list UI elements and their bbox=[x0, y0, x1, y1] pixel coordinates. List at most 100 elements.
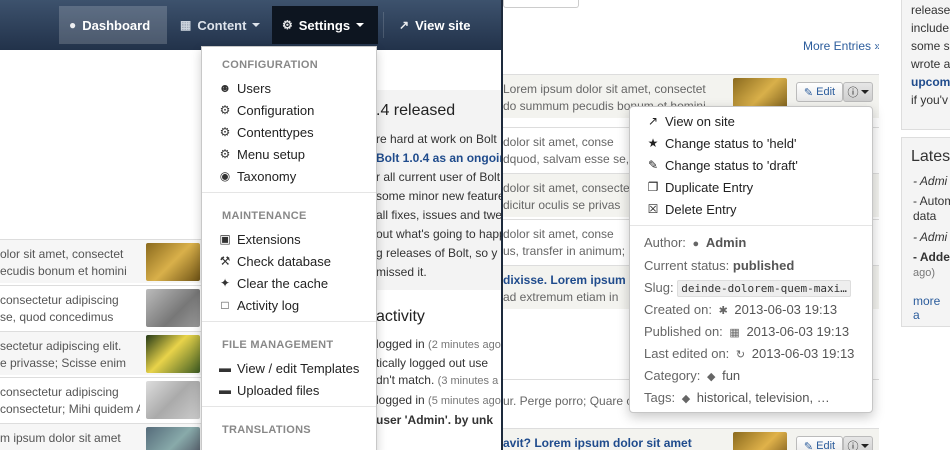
edit-label: Edit bbox=[816, 440, 836, 450]
entry-excerpt: avit? Lorem ipsum dolor sit amet bbox=[503, 436, 692, 450]
meta-published: Published on: ▦ 2013-06-03 19:13 bbox=[644, 324, 849, 339]
duplicate-entry-action[interactable]: ❐ Duplicate Entry bbox=[630, 176, 872, 198]
entry-excerpt: sectetur adipiscing elit. bbox=[0, 339, 122, 353]
tags-link[interactable]: historical, television, … bbox=[697, 390, 830, 405]
list-item[interactable]: consectetur adipiscing consectetur; Mihi… bbox=[0, 377, 202, 421]
meta-last-edited: Last edited on: ↻ 2013-06-03 19:13 bbox=[644, 346, 854, 361]
delete-entry-action[interactable]: ☒ Delete Entry bbox=[630, 198, 872, 220]
nav-dashboard[interactable]: ● Dashboard bbox=[59, 6, 167, 44]
info-icon: ⓘ bbox=[847, 87, 859, 99]
tag-icon: ◆ bbox=[707, 371, 716, 383]
user-icon: ● bbox=[692, 238, 700, 250]
meta-author: Author: ● Admin bbox=[644, 235, 746, 250]
nav-settings[interactable]: ⚙ Settings bbox=[272, 6, 378, 44]
menu-item-extensions[interactable]: ▣ Extensions bbox=[202, 228, 376, 250]
tags-icon: ◉ bbox=[219, 169, 231, 183]
sidebar-link[interactable]: upcom bbox=[911, 75, 950, 89]
status-draft-action[interactable]: ✎ Change status to 'draft' bbox=[630, 154, 872, 176]
meta-label: Published on: bbox=[644, 324, 723, 339]
menu-divider bbox=[202, 406, 376, 407]
edit-button[interactable]: ✎ Edit bbox=[796, 82, 843, 102]
nav-content[interactable]: ▦ Content bbox=[170, 6, 270, 44]
menu-item-label: Activity log bbox=[237, 297, 300, 313]
meta-value: 2013-06-03 19:13 bbox=[746, 324, 850, 339]
info-icon: ⓘ bbox=[847, 441, 859, 450]
view-on-site-action[interactable]: ↗ View on site bbox=[630, 110, 872, 132]
hdd-icon: ▬ bbox=[219, 383, 231, 397]
pencil-icon: ✎ bbox=[803, 440, 817, 450]
list-item[interactable]: sectetur adipiscing elit. e privasse; Sc… bbox=[0, 331, 202, 375]
status-held-action[interactable]: ★ Change status to 'held' bbox=[630, 132, 872, 154]
nav-view-site-label: View site bbox=[415, 17, 471, 33]
menu-item-menu-setup[interactable]: ⚙ Menu setup bbox=[202, 143, 376, 165]
menu-item-uploaded-files[interactable]: ▬ Uploaded files bbox=[202, 379, 376, 401]
meta-label: Author: bbox=[644, 235, 686, 250]
category-link[interactable]: fun bbox=[722, 368, 740, 383]
entry-excerpt: consectetur adipiscing bbox=[0, 385, 119, 399]
chevron-down-icon bbox=[252, 23, 261, 27]
entry-info-button[interactable]: ⓘ bbox=[843, 82, 873, 102]
news-title: .4 released bbox=[376, 102, 456, 119]
sidebar-text: wrote a bbox=[911, 57, 950, 71]
entry-info-button[interactable]: ⓘ bbox=[843, 436, 873, 450]
magic-wand-icon: ✦ bbox=[219, 276, 231, 290]
menu-item-contenttypes[interactable]: ⚙ Contenttypes bbox=[202, 121, 376, 143]
menu-item-clear-cache[interactable]: ✦ Clear the cache bbox=[202, 272, 376, 294]
activity-title: activity bbox=[376, 308, 425, 325]
admin-page-left: ● Dashboard ▦ Content ⚙ Settings ↗ View … bbox=[0, 0, 503, 450]
activity-line: dn't match. (3 minutes a bbox=[376, 373, 499, 387]
menu-item-taxonomy[interactable]: ◉ Taxonomy bbox=[202, 165, 376, 187]
nav-settings-label: Settings bbox=[298, 17, 351, 33]
menu-item-activity-log[interactable]: □ Activity log bbox=[202, 294, 376, 316]
entry-thumbnail[interactable] bbox=[146, 381, 200, 419]
meta-tags: Tags: ◆ historical, television, … bbox=[644, 390, 830, 405]
action-label: Duplicate Entry bbox=[665, 179, 754, 195]
entry-excerpt: consectetur; Mihi quidem An bbox=[0, 402, 140, 416]
list-item[interactable]: consectetur adipiscing se, quod concedim… bbox=[0, 285, 202, 329]
menu-item-label: Taxonomy bbox=[237, 168, 297, 184]
menu-item-configuration[interactable]: ⚙ Configuration bbox=[202, 99, 376, 121]
latest-item: ago) bbox=[913, 267, 936, 279]
list-item[interactable]: olor sit amet, consectet ecudis bonum et… bbox=[0, 239, 202, 283]
nav-dashboard-label: Dashboard bbox=[82, 17, 151, 33]
search-box[interactable] bbox=[503, 0, 579, 8]
news-line[interactable]: Bolt 1.0.4 as an ongoin bbox=[376, 149, 501, 168]
meta-created: Created on: ✱ 2013-06-03 19:13 bbox=[644, 302, 837, 317]
menu-item-users[interactable]: ☻ Users bbox=[202, 77, 376, 99]
menu-item-label: Check database bbox=[237, 253, 331, 269]
news-line: re hard at work on Bolt bbox=[376, 132, 497, 146]
action-label: Change status to 'draft' bbox=[665, 157, 798, 173]
entry-thumbnail[interactable] bbox=[146, 335, 200, 373]
latest-title: Lates bbox=[911, 148, 950, 165]
meta-value: published bbox=[732, 258, 795, 273]
menu-header-maintenance: MAINTENANCE bbox=[222, 210, 307, 222]
menu-item-check-database[interactable]: ⚒ Check database bbox=[202, 250, 376, 272]
entry-excerpt: olor sit amet, consectet bbox=[0, 247, 124, 261]
news-line: r all current user of Bolt bbox=[376, 170, 501, 184]
list-item[interactable]: m ipsum dolor sit amet bbox=[0, 423, 202, 450]
entry-excerpt: m ipsum dolor sit amet bbox=[0, 431, 121, 445]
menu-item-view-edit-templates[interactable]: ▬ View / edit Templates bbox=[202, 357, 376, 379]
wrench-icon: ⚒ bbox=[219, 254, 231, 268]
file-icon: □ bbox=[221, 298, 229, 312]
users-icon: ☻ bbox=[218, 81, 232, 95]
tag-icon: ◆ bbox=[681, 393, 691, 405]
latest-item: - Adde bbox=[913, 250, 950, 264]
more-entries-link[interactable]: More Entries » bbox=[803, 39, 881, 53]
entry-thumbnail[interactable] bbox=[733, 432, 787, 450]
menu-divider bbox=[202, 192, 376, 193]
table-row[interactable]: avit? Lorem ipsum dolor sit amet ✎ Edit … bbox=[503, 428, 879, 450]
top-navbar: ● Dashboard ▦ Content ⚙ Settings ↗ View … bbox=[0, 0, 501, 50]
nav-view-site[interactable]: ↗ View site bbox=[389, 6, 489, 44]
latest-item: - Admi bbox=[913, 174, 948, 188]
asterisk-icon: ✱ bbox=[718, 305, 728, 317]
entry-thumbnail[interactable] bbox=[146, 289, 200, 327]
entry-thumbnail[interactable] bbox=[146, 243, 200, 281]
news-body: re hard at work on Bolt Bolt 1.0.4 as an… bbox=[376, 130, 501, 282]
latest-item: - Autom bbox=[913, 194, 950, 208]
chevron-down-icon bbox=[860, 444, 869, 448]
entry-thumbnail[interactable] bbox=[146, 427, 200, 450]
latest-more-link[interactable]: more a bbox=[913, 294, 950, 322]
news-line: missed it. bbox=[376, 265, 427, 279]
edit-button[interactable]: ✎ Edit bbox=[796, 436, 843, 450]
